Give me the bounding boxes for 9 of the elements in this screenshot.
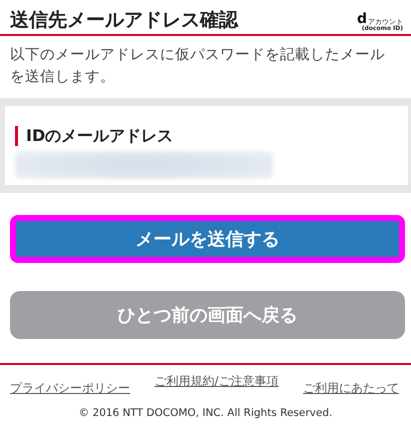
footer-link[interactable]: ご利用にあたって [303,381,399,395]
copyright-text: © 2016 NTT DOCOMO, INC. All Rights Reserved. [78,407,334,419]
footer-link[interactable]: ご利用規約/ご注意事項 [149,374,284,388]
footer-link[interactable]: プライバシーポリシー [10,381,130,395]
field-label: IDのメールアドレス [15,126,398,146]
description-text: 以下のメールアドレスに仮パスワードを記載したメールを送信します。 [9,46,386,87]
logo-letter: d [356,12,367,26]
page-title: 送信先メールアドレス確認 [10,8,238,32]
send-mail-button[interactable]: メールを送信する [10,215,405,263]
